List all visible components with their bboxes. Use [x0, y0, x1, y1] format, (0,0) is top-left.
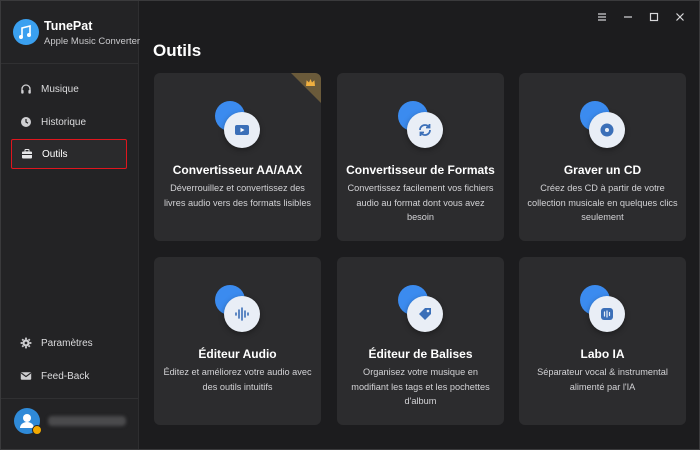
user-name-redacted [48, 416, 126, 426]
page-title: Outils [153, 41, 202, 60]
app-name: TunePat [44, 19, 93, 33]
mail-icon [20, 370, 32, 382]
brand: TunePat Apple Music Converter [13, 15, 141, 51]
tool-card-burn-cd[interactable]: Graver un CD Créez des CD à partir de vo… [519, 73, 686, 241]
refresh-icon [396, 101, 446, 151]
menu-icon[interactable] [595, 10, 609, 24]
sidebar-divider [1, 398, 138, 399]
headphones-icon [20, 83, 32, 95]
card-title: Convertisseur AA/AAX [172, 163, 303, 177]
gear-icon [20, 337, 32, 349]
close-icon[interactable] [673, 10, 687, 24]
clock-icon [20, 116, 32, 128]
sidebar-item-musique[interactable]: Musique [11, 74, 127, 104]
tool-card-tag-editor[interactable]: Éditeur de Balises Organisez votre musiq… [337, 257, 504, 425]
card-title: Labo IA [580, 347, 625, 361]
sidebar-item-label: Historique [41, 116, 87, 128]
tool-card-audio-editor[interactable]: Éditeur Audio Éditez et améliorez votre … [154, 257, 321, 425]
ai-separator-icon [578, 285, 628, 335]
minimize-icon[interactable] [621, 10, 635, 24]
card-title: Éditeur de Balises [368, 347, 473, 361]
toolbox-icon [21, 148, 33, 160]
crown-icon [306, 79, 315, 86]
card-description: Séparateur vocal & instrumental alimenté… [537, 367, 668, 392]
waveform-icon [213, 285, 263, 335]
tool-card-ai-lab[interactable]: Labo IA Séparateur vocal & instrumental … [519, 257, 686, 425]
sidebar-item-feedback[interactable]: Feed-Back [11, 361, 127, 391]
avatar[interactable] [14, 408, 42, 435]
app-window: TunePat Apple Music Converter Musique Hi… [0, 0, 700, 450]
sidebar-item-label: Outils [42, 148, 68, 160]
sidebar: TunePat Apple Music Converter Musique Hi… [1, 1, 141, 449]
sidebar-item-label: Paramètres [41, 337, 93, 349]
window-controls [595, 10, 687, 24]
card-title: Convertisseur de Formats [346, 163, 495, 177]
tunepat-logo-icon [13, 19, 39, 45]
sidebar-item-label: Musique [41, 83, 79, 95]
card-description: Éditez et améliorez votre audio avec des… [163, 367, 312, 392]
disc-icon [578, 101, 628, 151]
tool-card-aa-aax[interactable]: Convertisseur AA/AAX Déverrouillez et co… [154, 73, 321, 241]
card-description: Déverrouillez et convertissez des livres… [163, 183, 312, 208]
sidebar-item-outils[interactable]: Outils [11, 139, 127, 169]
sidebar-divider [1, 63, 138, 64]
tag-icon [396, 285, 446, 335]
tool-card-format-converter[interactable]: Convertisseur de Formats Convertissez fa… [337, 73, 504, 241]
sidebar-item-parametres[interactable]: Paramètres [11, 328, 127, 358]
user-account[interactable] [14, 408, 132, 436]
maximize-icon[interactable] [647, 10, 661, 24]
card-description: Organisez votre musique en modifiant les… [351, 367, 490, 406]
play-video-icon [213, 101, 263, 151]
sidebar-item-label: Feed-Back [41, 370, 90, 382]
premium-badge-icon [32, 425, 42, 435]
card-title: Graver un CD [563, 163, 642, 177]
card-description: Créez des CD à partir de votre collectio… [527, 183, 678, 222]
app-subtitle: Apple Music Converter [44, 36, 141, 47]
card-description: Convertissez facilement vos fichiers aud… [347, 183, 494, 222]
sidebar-item-historique[interactable]: Historique [11, 107, 127, 137]
card-title: Éditeur Audio [198, 347, 277, 361]
